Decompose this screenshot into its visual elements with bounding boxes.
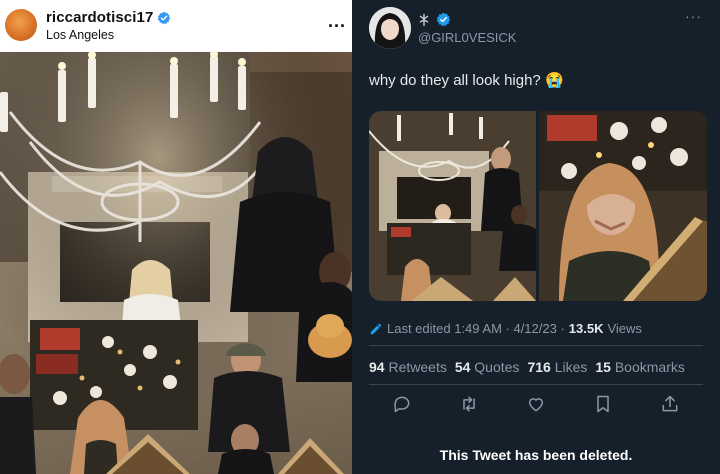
- party-photo-image: [0, 52, 352, 474]
- bookmarks-stat[interactable]: 15 Bookmarks: [595, 359, 685, 375]
- bookmark-icon[interactable]: [593, 394, 613, 414]
- emblem-icon: [419, 13, 429, 26]
- tweet-card: @GIRL0VESICK ··· why do they all look hi…: [352, 0, 720, 474]
- tweet-action-bar: [369, 393, 703, 415]
- username-row: riccardotisci17: [46, 9, 171, 26]
- tweet-author-handle[interactable]: @GIRL0VESICK: [418, 30, 516, 45]
- avatar-portrait-image: [369, 7, 411, 49]
- views-label: Views: [607, 321, 642, 336]
- edit-pencil-icon: [370, 323, 382, 334]
- username-link[interactable]: riccardotisci17: [46, 9, 153, 26]
- reply-icon[interactable]: [392, 394, 412, 414]
- tweet-edited-line: Last edited 1:49 AM · 4/12/23 · 13.5K Vi…: [369, 321, 642, 336]
- instagram-post: riccardotisci17 Los Angeles ...: [0, 0, 352, 474]
- tweet-media-grid[interactable]: [369, 111, 707, 301]
- retweet-icon[interactable]: [459, 394, 479, 414]
- more-options-button[interactable]: ...: [328, 11, 346, 32]
- media-photo-1: [369, 111, 536, 301]
- author-badges: [418, 12, 451, 27]
- share-icon[interactable]: [660, 394, 680, 414]
- tweet-author-avatar[interactable]: [369, 7, 411, 49]
- divider: [369, 384, 703, 385]
- edited-timestamp[interactable]: Last edited 1:49 AM · 4/12/23 ·: [387, 321, 565, 336]
- likes-stat[interactable]: 716 Likes: [527, 359, 587, 375]
- quotes-stat[interactable]: 54 Quotes: [455, 359, 520, 375]
- instagram-post-header: riccardotisci17 Los Angeles ...: [0, 0, 352, 52]
- location-link[interactable]: Los Angeles: [46, 28, 114, 42]
- verified-badge-icon: [157, 11, 171, 24]
- like-icon[interactable]: [526, 394, 546, 414]
- profile-avatar[interactable]: [5, 9, 37, 41]
- views-count: 13.5K: [568, 321, 604, 336]
- tweet-text: why do they all look high? 😭: [369, 72, 564, 89]
- tweet-media-image-2[interactable]: [539, 111, 707, 301]
- retweets-stat[interactable]: 94 Retweets: [369, 359, 447, 375]
- verified-badge-icon: [436, 12, 451, 27]
- tweet-more-button[interactable]: ···: [685, 8, 702, 24]
- tweet-stats: 94 Retweets 54 Quotes 716 Likes 15 Bookm…: [369, 359, 685, 375]
- divider: [369, 345, 703, 346]
- tweet-deleted-notice: This Tweet has been deleted.: [439, 447, 633, 463]
- tweet-media-image-1[interactable]: [369, 111, 536, 301]
- post-photo: [0, 52, 352, 474]
- media-photo-2: [539, 111, 707, 301]
